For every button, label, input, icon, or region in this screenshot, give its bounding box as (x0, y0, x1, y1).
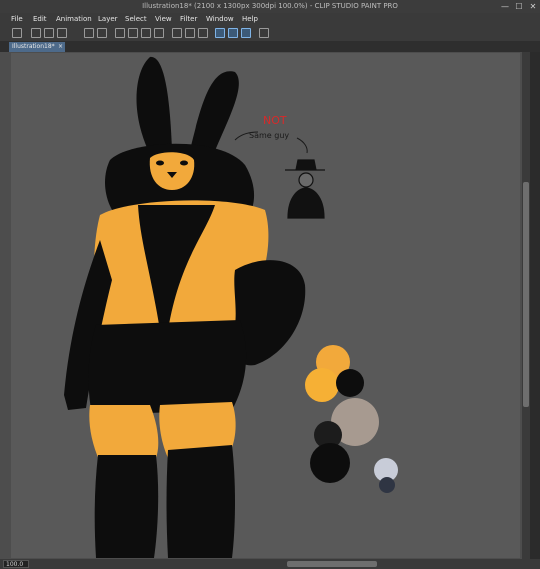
zoom-field[interactable]: 100.0 (3, 560, 29, 568)
small-figure (285, 159, 325, 219)
left-leg (94, 455, 159, 558)
left-ear (136, 56, 172, 150)
swatch-black-3 (310, 443, 350, 483)
swatch-black-1 (336, 369, 364, 397)
shorts (88, 320, 247, 415)
status-bar: 100.0 (0, 559, 540, 569)
arrow-right (296, 137, 308, 154)
right-eye (180, 160, 188, 166)
artwork: NOT Same guy (64, 56, 398, 558)
right-leg (166, 445, 235, 558)
annotation-not: NOT (263, 114, 287, 127)
swatch-navy (379, 477, 395, 493)
right-ear (190, 71, 239, 158)
left-eye (156, 160, 164, 166)
swatch-orange-2 (305, 368, 339, 402)
left-thigh-fur (89, 405, 159, 462)
horizontal-scroll-thumb[interactable] (287, 561, 377, 567)
